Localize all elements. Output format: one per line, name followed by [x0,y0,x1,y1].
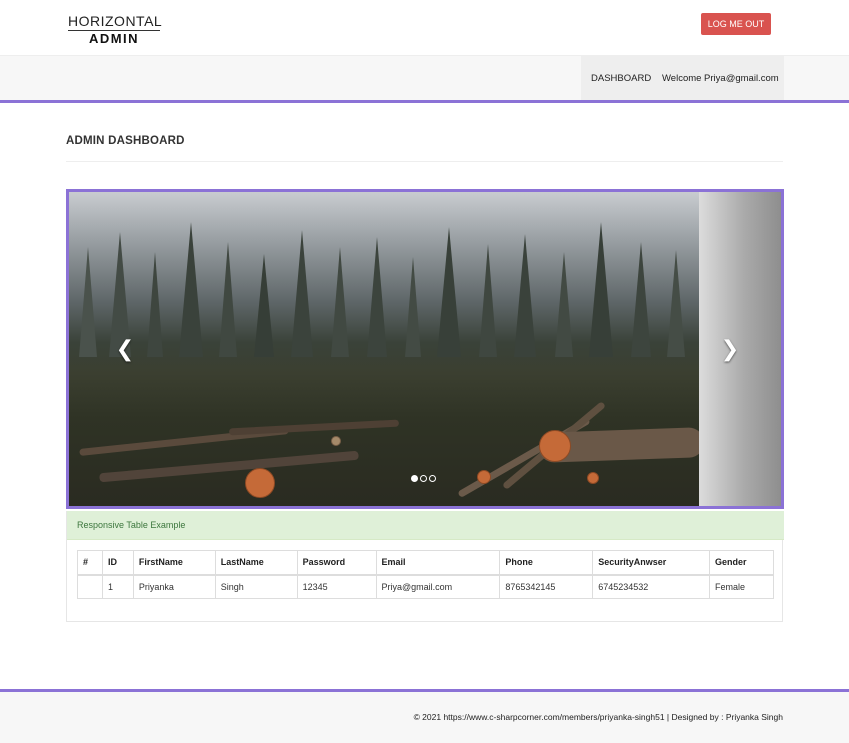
logo-top-text: HORIZONTAL [68,13,163,29]
table-header-row: # ID FirstName LastName Password Email P… [77,550,774,576]
log-end-shape [245,468,275,498]
chevron-left-icon[interactable]: ❮ [115,338,135,360]
log-end-shape [477,470,491,484]
tree-shape [589,222,613,357]
tree-shape [331,247,349,357]
tree-shape [367,237,387,357]
nav-menu: DASHBOARD Welcome Priya@gmail.com [581,56,784,101]
top-bar: HORIZONTAL ADMIN LOG ME OUT [0,0,849,56]
tree-shape [79,247,97,357]
log-end-shape [539,430,571,462]
column-header: SecurityAnwser [592,550,711,576]
column-header: Gender [709,550,774,576]
logo[interactable]: HORIZONTAL ADMIN [68,13,163,46]
nav-welcome-user[interactable]: Welcome Priya@gmail.com [662,56,779,101]
table-row: 1 Priyanka Singh 12345 Priya@gmail.com 8… [77,574,774,599]
tree-shape [479,244,497,357]
image-carousel: ❮ ❯ [66,189,784,509]
tree-shape [147,252,163,357]
table-cell: Priya@gmail.com [375,574,501,599]
panel-heading-text: Responsive Table Example [77,520,186,530]
carousel-indicator-3[interactable] [429,475,436,482]
log-shape [99,450,359,483]
column-header: LastName [214,550,298,576]
log-shape [228,419,400,436]
carousel-next-slide-edge [699,192,781,506]
tree-shape [291,230,313,357]
logout-button[interactable]: LOG ME OUT [701,13,771,35]
tree-shape [179,222,203,357]
logo-bottom-text: ADMIN [88,31,140,46]
chevron-right-icon[interactable]: ❯ [720,338,740,360]
header-accent-line [0,100,849,103]
table-cell: 1 [101,574,134,599]
nav-dashboard-link[interactable]: DASHBOARD [591,56,651,101]
tree-shape [219,242,237,357]
user-table: # ID FirstName LastName Password Email P… [77,550,774,599]
carousel-indicator-1[interactable] [411,475,418,482]
table-cell: Priyanka [132,574,216,599]
tree-shape [555,252,573,357]
carousel-indicators [411,475,438,483]
tree-shape [631,242,651,357]
column-header: FirstName [132,550,216,576]
carousel-indicator-2[interactable] [420,475,427,482]
navbar: DASHBOARD Welcome Priya@gmail.com [0,56,849,101]
column-header: # [77,550,103,576]
column-header: ID [101,550,134,576]
log-end-shape [331,436,341,446]
table-cell [77,574,103,599]
column-header: Phone [499,550,594,576]
tree-shape [667,250,685,357]
panel-heading: Responsive Table Example [67,511,784,540]
tree-shape [254,254,274,357]
tree-shape [405,257,421,357]
page-title: ADMIN DASHBOARD [66,135,185,147]
column-header: Password [296,550,377,576]
log-end-shape [587,472,599,484]
table-cell: 8765342145 [499,574,594,599]
footer-text: © 2021 https://www.c-sharpcorner.com/mem… [413,712,783,722]
table-cell: 6745234532 [592,574,711,599]
tree-shape [514,234,536,357]
title-divider [66,161,783,162]
tree-shape [437,227,461,357]
table-cell: Female [709,574,774,599]
table-cell: Singh [214,574,298,599]
table-cell: 12345 [296,574,377,599]
table-panel: Responsive Table Example # ID FirstName … [66,511,784,622]
footer: © 2021 https://www.c-sharpcorner.com/mem… [0,692,849,743]
carousel-slide-image [69,192,699,506]
column-header: Email [375,550,501,576]
